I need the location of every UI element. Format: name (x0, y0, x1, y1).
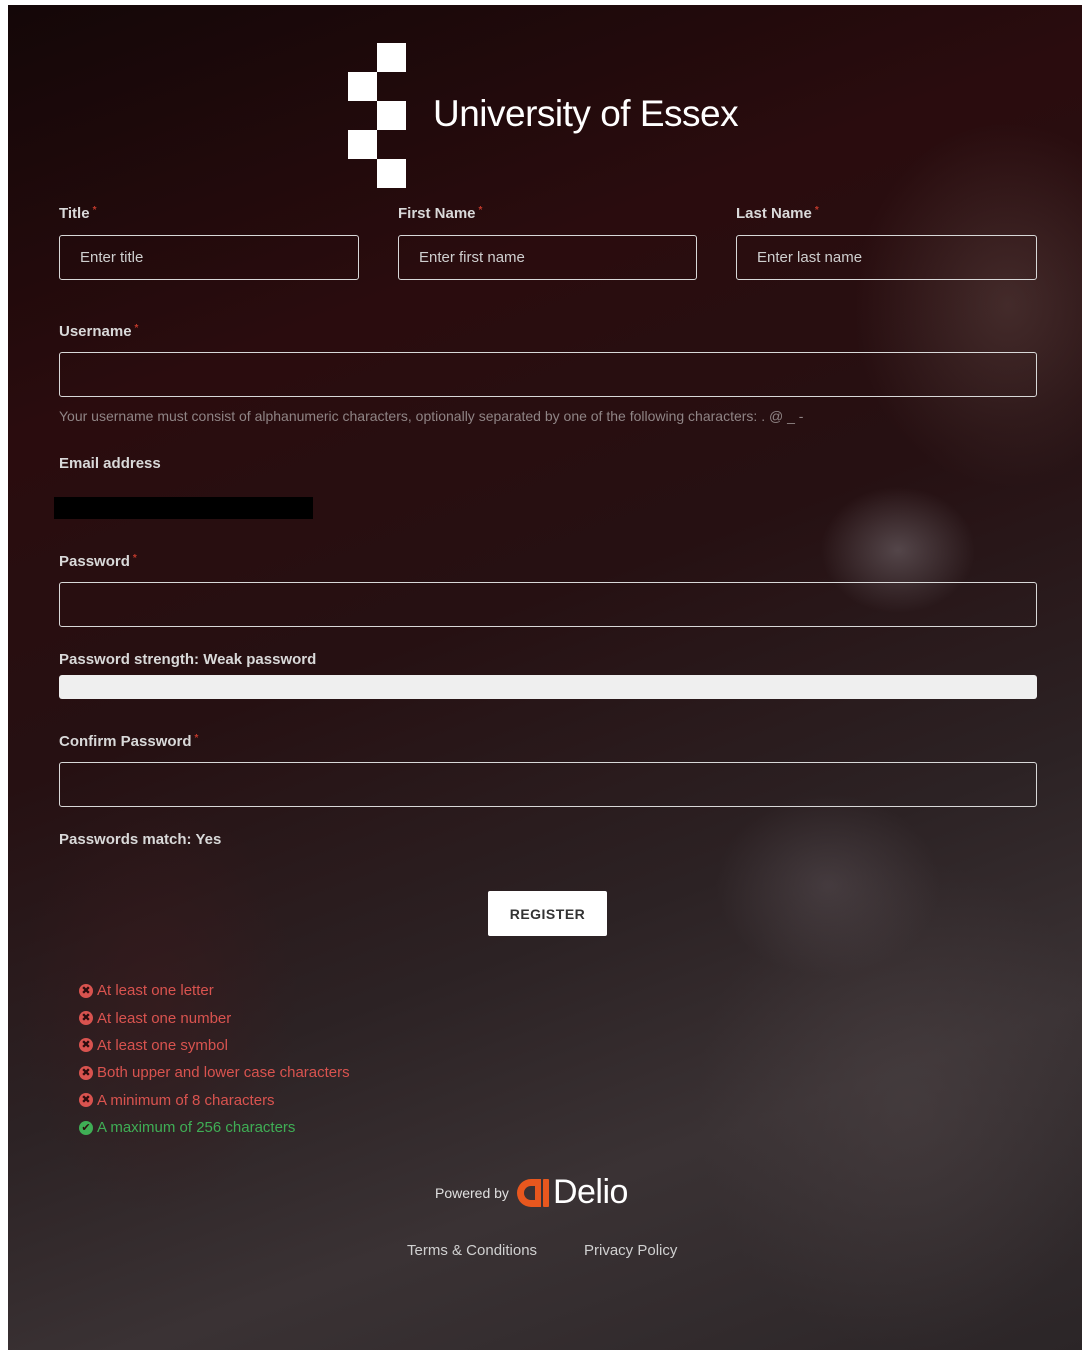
username-hint: Your username must consist of alphanumer… (59, 408, 804, 424)
password-rule-text: A maximum of 256 characters (97, 1119, 296, 1137)
password-rule-text: Both upper and lower case characters (97, 1064, 350, 1082)
times-circle-icon: ✖ (79, 983, 93, 998)
first-name-input[interactable] (398, 235, 697, 280)
password-rule-item: ✖ A minimum of 8 characters (79, 1087, 350, 1114)
powered-by: Powered by Delio (435, 1173, 628, 1212)
privacy-link[interactable]: Privacy Policy (584, 1242, 677, 1259)
password-rule-text: At least one number (97, 1009, 232, 1027)
registration-page: University of Essex Title* First Name* L… (8, 5, 1082, 1350)
email-label: Email address (59, 455, 161, 472)
confirm-password-input[interactable] (59, 762, 1037, 807)
passwords-match-text: Passwords match: Yes (59, 831, 222, 848)
times-circle-icon: ✖ (79, 1038, 93, 1053)
password-rule-item: ✖ Both upper and lower case characters (79, 1059, 350, 1086)
title-input[interactable] (59, 235, 359, 280)
last-name-label: Last Name * (736, 205, 819, 222)
password-strength-text: Password strength: Weak password (59, 651, 317, 668)
password-rule-text: A minimum of 8 characters (97, 1091, 275, 1109)
terms-link[interactable]: Terms & Conditions (407, 1242, 537, 1259)
password-rules-list: ✖ At least one letter ✖ At least one number… (79, 977, 350, 1141)
password-strength-fill (59, 675, 1037, 699)
password-strength-bar (59, 675, 1037, 699)
username-label: Username * (59, 323, 139, 340)
password-rule-text: At least one letter (97, 982, 214, 1000)
powered-by-text: Powered by (435, 1184, 509, 1201)
check-circle-icon: ✔ (79, 1120, 93, 1135)
username-input[interactable] (59, 352, 1037, 397)
delio-logo-icon (516, 1178, 549, 1207)
password-label: Password * (59, 553, 137, 570)
password-rule-item: ✖ At least one letter (79, 977, 350, 1004)
password-rule-item: ✖ At least one number (79, 1004, 350, 1031)
password-rule-text: At least one symbol (97, 1036, 228, 1054)
password-rule-item: ✔ A maximum of 256 characters (79, 1114, 350, 1141)
register-button[interactable]: REGISTER (488, 891, 607, 936)
times-circle-icon: ✖ (79, 1093, 93, 1108)
password-rule-item: ✖ At least one symbol (79, 1032, 350, 1059)
first-name-label: First Name * (398, 205, 483, 222)
title-label: Title * (59, 205, 97, 222)
university-name: University of Essex (433, 93, 739, 134)
delio-wordmark: Delio (552, 1173, 628, 1211)
times-circle-icon: ✖ (79, 1065, 93, 1080)
times-circle-icon: ✖ (79, 1011, 93, 1026)
email-redacted-value (54, 497, 313, 519)
last-name-input[interactable] (736, 235, 1037, 280)
password-input[interactable] (59, 582, 1037, 627)
confirm-password-label: Confirm Password * (59, 733, 199, 750)
